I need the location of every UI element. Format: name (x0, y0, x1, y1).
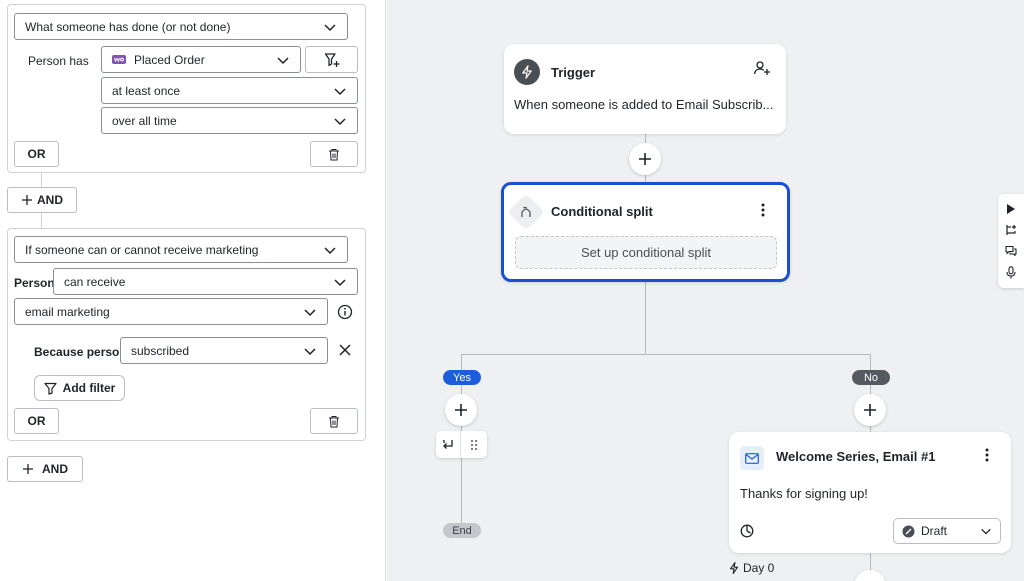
delete-group-button-2[interactable] (310, 408, 358, 434)
channel-value: email marketing (25, 304, 110, 319)
filter-icon (44, 382, 57, 395)
split-title: Conditional split (551, 204, 653, 219)
setup-split-button[interactable]: Set up conditional split (515, 236, 777, 269)
branch-icon (436, 431, 461, 458)
chevron-down-icon (324, 246, 336, 254)
can-receive-select[interactable]: can receive (53, 268, 358, 295)
metric-select[interactable]: Placed Order (101, 46, 301, 73)
plus-icon (864, 404, 876, 416)
flow-canvas[interactable]: Trigger When someone is added to Email S… (387, 0, 1024, 581)
metric-value: Placed Order (134, 52, 205, 67)
timeframe-value: over all time (112, 113, 177, 128)
analytics-icon[interactable] (740, 524, 754, 538)
add-person-icon[interactable] (753, 59, 771, 77)
chevron-down-icon (277, 56, 289, 64)
condition-type-select-2[interactable]: If someone can or cannot receive marketi… (14, 236, 348, 263)
chevron-down-icon (334, 117, 346, 125)
timeframe-select[interactable]: over all time (101, 107, 358, 134)
play-icon[interactable] (1006, 203, 1016, 215)
condition-type-value: What someone has done (or not done) (25, 19, 231, 34)
trash-icon (329, 148, 339, 160)
and-button-1[interactable]: AND (7, 187, 77, 213)
status-select[interactable]: Draft (893, 518, 1001, 544)
metric-filter-button[interactable] (305, 46, 358, 73)
info-icon[interactable] (337, 304, 353, 320)
close-icon[interactable] (338, 343, 352, 357)
chevron-down-icon (304, 308, 316, 316)
chevron-down-icon (304, 347, 316, 355)
add-filter-button[interactable]: Add filter (34, 375, 125, 401)
connector-horizontal (461, 354, 871, 355)
trigger-title: Trigger (551, 65, 596, 80)
filter-add-icon (324, 52, 339, 67)
group-connector-2 (41, 213, 42, 228)
lightning-icon (514, 59, 540, 85)
more-options-icon[interactable] (761, 203, 765, 217)
no-badge: No (852, 370, 890, 385)
microphone-icon[interactable] (1006, 266, 1016, 279)
delay-value: Day 0 (743, 561, 775, 575)
channel-select[interactable]: email marketing (14, 298, 328, 325)
chevron-down-icon (324, 23, 336, 31)
draft-icon (902, 525, 915, 537)
setup-split-label: Set up conditional split (580, 245, 712, 260)
and-button-2[interactable]: AND (7, 456, 83, 482)
plus-icon (455, 404, 467, 416)
add-step-no-button[interactable] (854, 394, 886, 426)
end-badge: End (443, 523, 481, 538)
add-step-bottom-button[interactable] (854, 570, 886, 581)
chevron-down-icon (334, 278, 346, 286)
status-value: Draft (921, 524, 948, 538)
because-value: subscribed (131, 343, 190, 358)
branch-handle[interactable] (436, 431, 487, 458)
condition-type-value: If someone can or cannot receive marketi… (25, 242, 259, 257)
condition-group-2: If someone can or cannot receive marketi… (7, 228, 366, 441)
filter-panel: What someone has done (or not done) Pers… (0, 0, 386, 581)
frequency-value: at least once (112, 83, 181, 98)
because-select[interactable]: subscribed (120, 337, 328, 364)
delay-label: Day 0 (729, 561, 774, 575)
chevron-down-icon (981, 528, 991, 535)
and-label: AND (42, 462, 68, 476)
comments-icon[interactable] (1005, 245, 1017, 257)
drag-handle-icon[interactable] (461, 431, 486, 458)
trash-icon (329, 415, 339, 427)
person-label: Person (14, 276, 55, 290)
more-options-icon[interactable] (985, 448, 989, 462)
yes-badge: Yes (443, 370, 481, 385)
delete-group-button-1[interactable] (310, 141, 358, 167)
email-icon (740, 446, 764, 470)
frequency-select[interactable]: at least once (101, 77, 358, 104)
woocommerce-icon (112, 55, 126, 64)
canvas-toolbar (998, 194, 1024, 288)
because-person-label: Because person (34, 345, 127, 359)
email-card[interactable]: Welcome Series, Email #1 Thanks for sign… (729, 432, 1011, 553)
plus-icon (639, 153, 651, 165)
email-body: Thanks for signing up! (740, 486, 868, 501)
trigger-card[interactable]: Trigger When someone is added to Email S… (504, 44, 786, 134)
plus-icon (22, 195, 32, 205)
email-title: Welcome Series, Email #1 (776, 449, 936, 464)
add-step-yes-button[interactable] (445, 394, 477, 426)
split-icon (507, 193, 545, 231)
condition-group-1: What someone has done (or not done) Pers… (7, 4, 366, 173)
condition-type-select-1[interactable]: What someone has done (or not done) (14, 13, 348, 40)
can-receive-value: can receive (64, 274, 126, 289)
chevron-down-icon (334, 87, 346, 95)
person-has-label: Person has (28, 54, 89, 68)
add-step-button[interactable] (629, 143, 661, 175)
or-button-1[interactable]: OR (14, 141, 59, 167)
and-label: AND (37, 193, 63, 207)
conditional-split-card[interactable]: Conditional split Set up conditional spl… (501, 182, 790, 282)
add-filter-label: Add filter (62, 381, 116, 395)
or-button-2[interactable]: OR (14, 408, 59, 434)
flow-icon[interactable] (1005, 224, 1017, 236)
plus-icon (23, 464, 33, 474)
trigger-description: When someone is added to Email Subscrib.… (514, 97, 774, 112)
lightning-icon (729, 562, 739, 574)
connector-split-down (645, 282, 646, 354)
group-connector-1 (41, 173, 42, 187)
